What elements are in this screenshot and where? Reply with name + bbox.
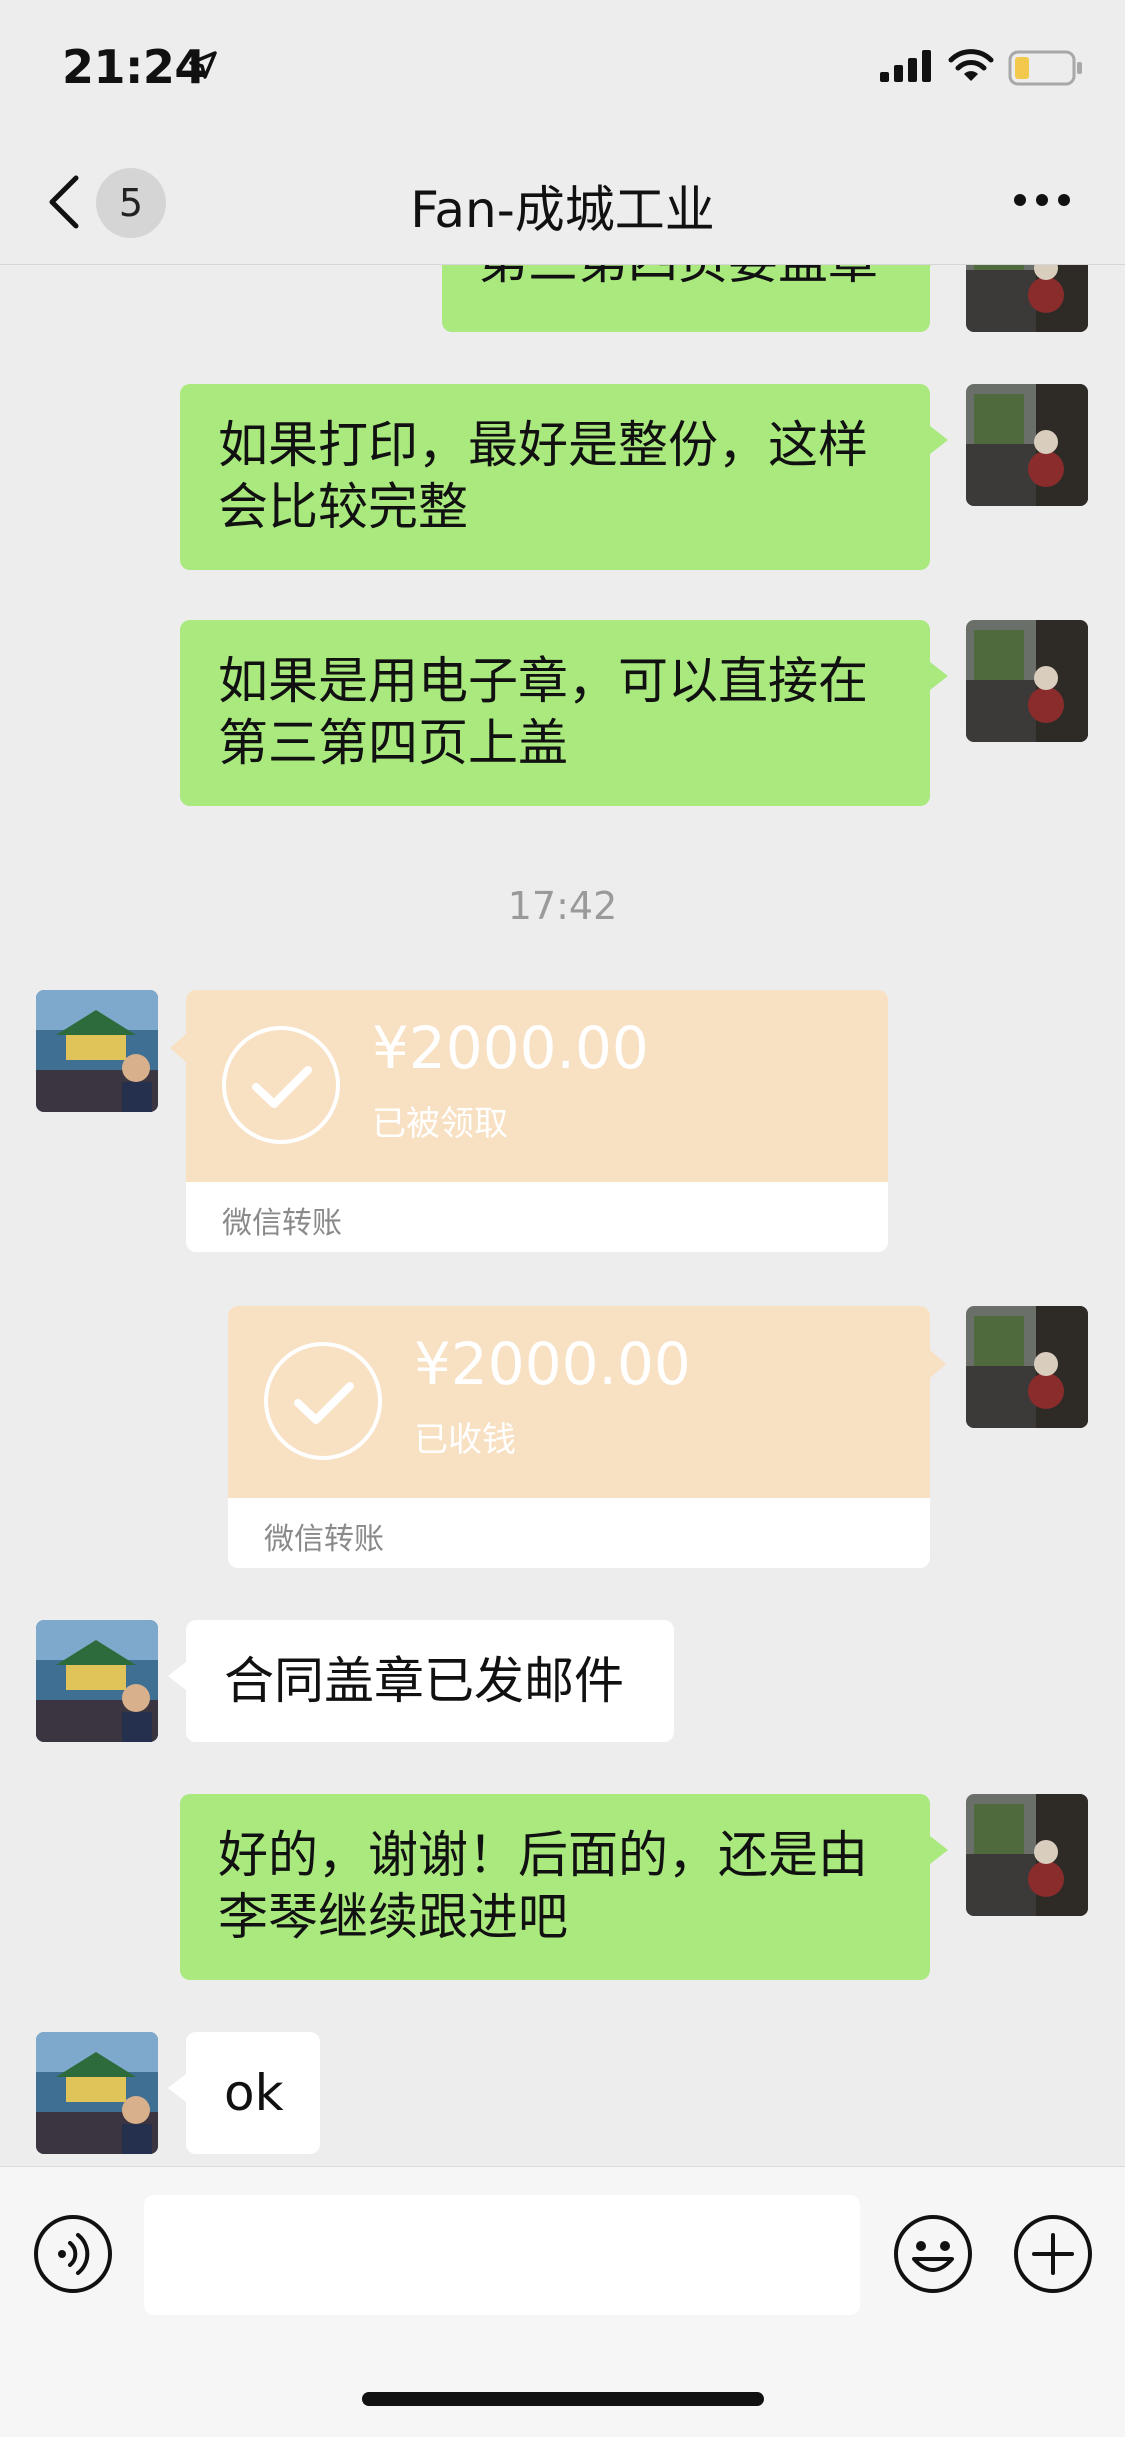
avatar-contact[interactable]	[36, 2032, 158, 2154]
avatar-contact[interactable]	[36, 1620, 158, 1742]
message-bubble-sent[interactable]: 第三第四页要盖章	[442, 264, 948, 332]
check-icon	[222, 1026, 340, 1144]
avatar-self[interactable]	[966, 264, 1088, 332]
message-bubble-sent[interactable]: 如果是用电子章，可以直接在 第三第四页上盖	[180, 620, 948, 806]
transfer-card-received[interactable]: ¥2000.00 已被领取 微信转账	[170, 990, 888, 1252]
signal-icon	[880, 50, 931, 82]
transfer-status: 已被领取	[372, 1104, 508, 1144]
avatar-self[interactable]	[966, 384, 1088, 506]
status-time: 21:24	[62, 40, 206, 94]
plus-icon[interactable]	[1012, 2213, 1094, 2295]
more-icon[interactable]	[1012, 192, 1072, 208]
avatar-self[interactable]	[966, 620, 1088, 742]
emoji-icon[interactable]	[892, 2213, 974, 2295]
chat-title: Fan-成城工业	[410, 181, 715, 239]
transfer-amount: ¥2000.00	[372, 1014, 649, 1082]
avatar-contact[interactable]	[36, 990, 158, 1112]
transfer-footer: 微信转账	[264, 1522, 384, 1557]
transfer-amount: ¥2000.00	[414, 1330, 691, 1398]
transfer-card-sent[interactable]: ¥2000.00 已收钱 微信转账	[228, 1306, 946, 1568]
chat-header: 5 Fan-成城工业	[0, 140, 1125, 265]
wifi-icon	[948, 49, 994, 81]
message-bubble-received[interactable]: 合同盖章已发邮件	[168, 1620, 674, 1742]
battery-icon	[1008, 50, 1082, 86]
home-indicator[interactable]	[362, 2392, 764, 2406]
avatar-self[interactable]	[966, 1794, 1088, 1916]
location-arrow-icon	[189, 51, 217, 79]
message-list[interactable]: 第三第四页要盖章 如果打印，最好是整份，这样 会比较完整 如果是用电子章，可以直…	[0, 264, 1125, 2166]
message-bubble-received[interactable]: ok	[168, 2032, 320, 2154]
status-bar: 21:24	[0, 0, 1125, 140]
voice-icon[interactable]	[32, 2213, 114, 2295]
message-input[interactable]	[144, 2195, 860, 2315]
transfer-status: 已收钱	[414, 1420, 516, 1460]
message-timestamp: 17:42	[507, 884, 618, 928]
check-icon	[264, 1342, 382, 1460]
transfer-footer: 微信转账	[222, 1206, 342, 1241]
message-bubble-sent[interactable]: 如果打印，最好是整份，这样 会比较完整	[180, 384, 948, 570]
avatar-self[interactable]	[966, 1306, 1088, 1428]
message-bubble-sent[interactable]: 好的，谢谢！后面的，还是由 李琴继续跟进吧	[180, 1794, 948, 1980]
